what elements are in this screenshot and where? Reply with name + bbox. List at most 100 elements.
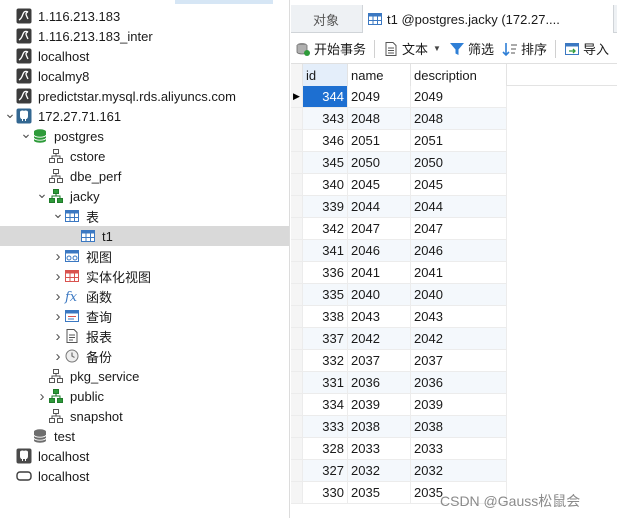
cell-description[interactable]: 2036 (411, 372, 507, 394)
cell-id[interactable]: 337 (303, 328, 348, 350)
tree-node[interactable]: › 备份 (0, 346, 289, 366)
cell-description[interactable]: 2039 (411, 394, 507, 416)
cell-name[interactable]: 2037 (348, 350, 411, 372)
cell-id[interactable]: 339 (303, 196, 348, 218)
cell-name[interactable]: 2041 (348, 262, 411, 284)
cell-name[interactable]: 2051 (348, 130, 411, 152)
cell-description[interactable]: 2044 (411, 196, 507, 218)
chevron-right-icon[interactable]: › (36, 386, 48, 406)
cell-name[interactable]: 2032 (348, 460, 411, 482)
tree-node[interactable]: pkg_service (0, 366, 289, 386)
cell-description[interactable]: 2037 (411, 350, 507, 372)
tree-node[interactable]: › fx 函数 (0, 286, 289, 306)
cell-description[interactable]: 2033 (411, 438, 507, 460)
cell-id[interactable]: 340 (303, 174, 348, 196)
table-row[interactable]: 334 2039 2039 (291, 394, 617, 416)
cell-name[interactable]: 2048 (348, 108, 411, 130)
chevron-right-icon[interactable]: › (52, 246, 64, 266)
tab-objects[interactable]: 对象 (291, 5, 361, 33)
cell-id[interactable]: 335 (303, 284, 348, 306)
table-row[interactable]: 339 2044 2044 (291, 196, 617, 218)
cell-name[interactable]: 2036 (348, 372, 411, 394)
cell-id[interactable]: 331 (303, 372, 348, 394)
cell-description[interactable]: 2043 (411, 306, 507, 328)
cell-id[interactable]: 341 (303, 240, 348, 262)
table-row[interactable]: 341 2046 2046 (291, 240, 617, 262)
tree-node[interactable]: 1.116.213.183_inter (0, 26, 289, 46)
cell-description[interactable]: 2047 (411, 218, 507, 240)
begin-transaction-button[interactable]: 开始事务 (291, 37, 370, 61)
tree-node[interactable]: › public (0, 386, 289, 406)
filter-button[interactable]: 筛选 (445, 37, 498, 61)
cell-name[interactable]: 2039 (348, 394, 411, 416)
navigation-tree[interactable]: 1.116.213.183 1.116.213.183_inter localhos… (0, 0, 290, 518)
table-row[interactable]: 340 2045 2045 (291, 174, 617, 196)
cell-description[interactable]: 2042 (411, 328, 507, 350)
cell-id[interactable]: 345 (303, 152, 348, 174)
data-grid[interactable]: id name description ▶ 344 2049 2049 343 2048 2… (291, 64, 617, 518)
cell-id[interactable]: 336 (303, 262, 348, 284)
cell-name[interactable]: 2043 (348, 306, 411, 328)
column-header-id[interactable]: id (303, 64, 348, 86)
tree-node[interactable]: localhost (0, 446, 289, 466)
cell-id[interactable]: 332 (303, 350, 348, 372)
chevron-down-icon[interactable]: ⌄ (52, 203, 64, 223)
cell-name[interactable]: 2035 (348, 482, 411, 504)
table-row[interactable]: 332 2037 2037 (291, 350, 617, 372)
cell-name[interactable]: 2045 (348, 174, 411, 196)
cell-name[interactable]: 2049 (348, 86, 411, 108)
tree-node[interactable]: › 查询 (0, 306, 289, 326)
cell-id[interactable]: 334 (303, 394, 348, 416)
cell-description[interactable]: 2049 (411, 86, 507, 108)
cell-description[interactable]: 2046 (411, 240, 507, 262)
table-row[interactable]: 328 2033 2033 (291, 438, 617, 460)
chevron-down-icon[interactable]: ⌄ (36, 183, 48, 203)
cell-name[interactable]: 2050 (348, 152, 411, 174)
tree-node[interactable]: ⌄ postgres (0, 123, 289, 146)
text-button[interactable]: 文本 ▼ (379, 37, 445, 61)
tree-node[interactable]: cstore (0, 146, 289, 166)
cell-description[interactable]: 2038 (411, 416, 507, 438)
table-row[interactable]: 342 2047 2047 (291, 218, 617, 240)
cell-name[interactable]: 2046 (348, 240, 411, 262)
cell-name[interactable]: 2044 (348, 196, 411, 218)
table-row[interactable]: ▶ 344 2049 2049 (291, 86, 617, 108)
chevron-right-icon[interactable]: › (52, 266, 64, 286)
cell-name[interactable]: 2040 (348, 284, 411, 306)
chevron-right-icon[interactable]: › (52, 326, 64, 346)
cell-id[interactable]: 342 (303, 218, 348, 240)
table-row[interactable]: 327 2032 2032 (291, 460, 617, 482)
chevron-down-icon[interactable]: ⌄ (20, 123, 32, 143)
tree-node[interactable]: ⌄ 172.27.71.161 (0, 103, 289, 126)
column-header-name[interactable]: name (348, 64, 411, 86)
chevron-down-icon[interactable]: ⌄ (4, 103, 16, 123)
cell-description[interactable]: 2048 (411, 108, 507, 130)
import-button[interactable]: 导入 (560, 37, 613, 61)
cell-id[interactable]: 328 (303, 438, 348, 460)
cell-description[interactable]: 2050 (411, 152, 507, 174)
table-row[interactable]: 343 2048 2048 (291, 108, 617, 130)
tree-node[interactable]: localhost (0, 466, 289, 486)
tree-node[interactable]: localmy8 (0, 66, 289, 86)
cell-description[interactable]: 2051 (411, 130, 507, 152)
cell-id[interactable]: 344 (303, 86, 348, 108)
tree-node[interactable]: › 实体化视图 (0, 266, 289, 286)
cell-description[interactable]: 2045 (411, 174, 507, 196)
table-row[interactable]: 331 2036 2036 (291, 372, 617, 394)
table-row[interactable]: 337 2042 2042 (291, 328, 617, 350)
tree-node[interactable]: 1.116.213.183 (0, 6, 289, 26)
tab-t1[interactable]: t1 @postgres.jacky (172.27.... (362, 5, 614, 33)
table-row[interactable]: 338 2043 2043 (291, 306, 617, 328)
chevron-right-icon[interactable]: › (52, 286, 64, 306)
table-row[interactable]: 333 2038 2038 (291, 416, 617, 438)
tree-node[interactable]: test (0, 426, 289, 446)
cell-id[interactable]: 330 (303, 482, 348, 504)
cell-name[interactable]: 2047 (348, 218, 411, 240)
cell-id[interactable]: 338 (303, 306, 348, 328)
sort-button[interactable]: 排序 (498, 37, 551, 61)
tree-node[interactable]: predictstar.mysql.rds.aliyuncs.com (0, 86, 289, 106)
chevron-right-icon[interactable]: › (52, 306, 64, 326)
table-row[interactable]: 336 2041 2041 (291, 262, 617, 284)
tree-node[interactable]: › 报表 (0, 326, 289, 346)
table-row[interactable]: 335 2040 2040 (291, 284, 617, 306)
